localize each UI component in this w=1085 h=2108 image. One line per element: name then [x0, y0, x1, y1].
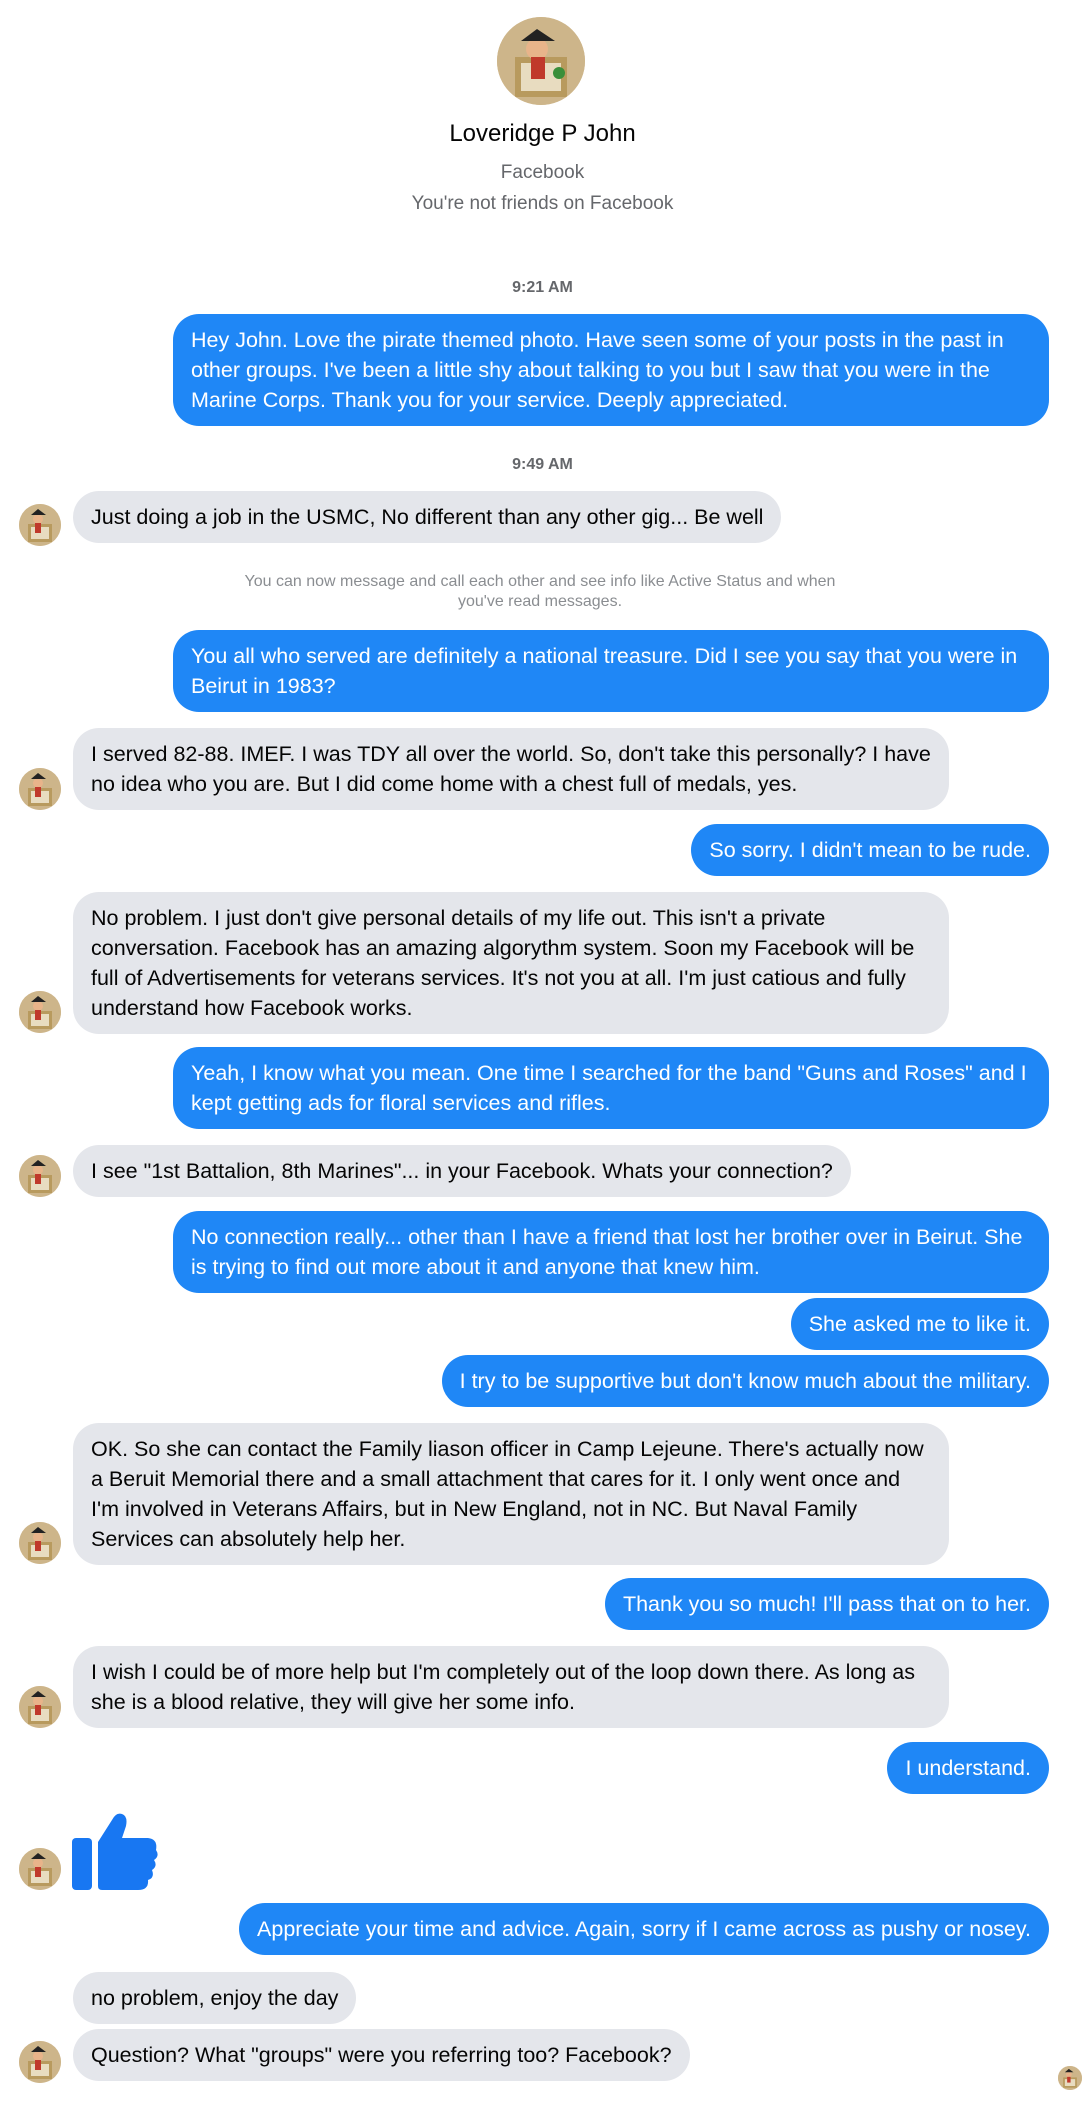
contact-avatar-large[interactable]: [497, 17, 585, 105]
message-outgoing[interactable]: I try to be supportive but don't know mu…: [441, 1355, 1049, 1407]
message-incoming[interactable]: Just doing a job in the USMC, No differe…: [73, 491, 782, 543]
contact-avatar[interactable]: [19, 1848, 61, 1890]
message-outgoing[interactable]: Thank you so much! I'll pass that on to …: [604, 1578, 1049, 1630]
message-outgoing[interactable]: I understand.: [887, 1742, 1049, 1794]
message-incoming[interactable]: I see "1st Battalion, 8th Marines"... in…: [73, 1145, 851, 1197]
system-notice: You can now message and call each other …: [244, 573, 836, 610]
message-outgoing[interactable]: She asked me to like it.: [790, 1298, 1049, 1350]
contact-avatar[interactable]: [19, 768, 61, 810]
message-incoming[interactable]: No problem. I just don't give personal d…: [73, 892, 949, 1034]
contact-avatar[interactable]: [19, 2041, 61, 2083]
message-outgoing[interactable]: So sorry. I didn't mean to be rude.: [691, 824, 1049, 876]
message-incoming[interactable]: I wish I could be of more help but I'm c…: [73, 1646, 949, 1728]
contact-avatar[interactable]: [19, 1686, 61, 1728]
contact-name[interactable]: Loveridge P John: [0, 120, 1085, 148]
contact-avatar[interactable]: [19, 504, 61, 546]
message-incoming[interactable]: I served 82-88. IMEF. I was TDY all over…: [73, 728, 949, 810]
message-outgoing[interactable]: Appreciate your time and advice. Again, …: [239, 1903, 1049, 1955]
contact-avatar[interactable]: [19, 991, 61, 1033]
contact-avatar[interactable]: [19, 1155, 61, 1197]
timestamp: 9:21 AM: [512, 279, 573, 296]
message-incoming[interactable]: no problem, enjoy the day: [73, 1972, 357, 2024]
message-outgoing[interactable]: Yeah, I know what you mean. One time I s…: [173, 1047, 1049, 1129]
contact-platform: Facebook: [500, 162, 585, 183]
like-thumbs-up-icon[interactable]: [72, 1808, 158, 1897]
message-outgoing[interactable]: You all who served are definitely a nati…: [173, 630, 1049, 712]
read-receipt-avatar: [1058, 2066, 1082, 2090]
contact-avatar[interactable]: [19, 1522, 61, 1564]
message-incoming[interactable]: Question? What "groups" were you referri…: [73, 2029, 690, 2081]
message-incoming[interactable]: OK. So she can contact the Family liason…: [73, 1423, 949, 1565]
timestamp: 9:49 AM: [512, 456, 573, 473]
friendship-status: You're not friends on Facebook: [411, 193, 674, 214]
message-outgoing[interactable]: No connection really... other than I hav…: [173, 1211, 1049, 1293]
message-outgoing[interactable]: Hey John. Love the pirate themed photo. …: [173, 314, 1049, 426]
